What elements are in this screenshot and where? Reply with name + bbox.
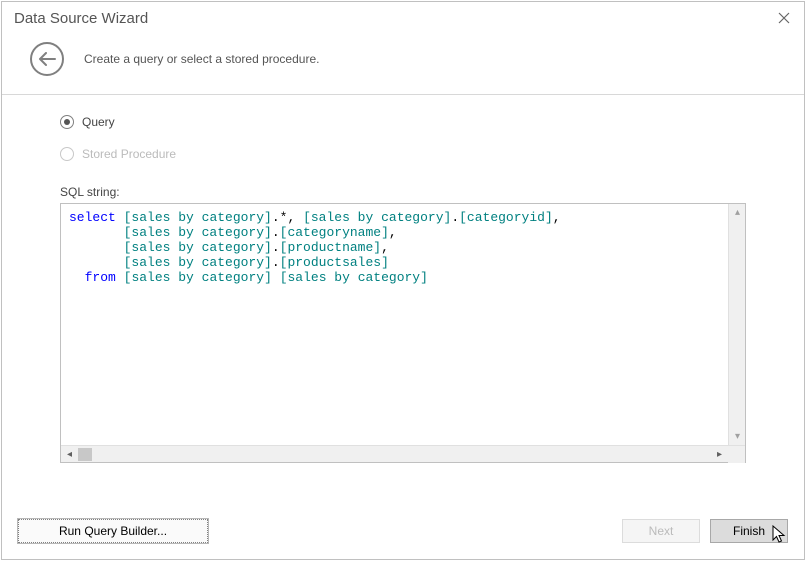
window-title: Data Source Wizard (14, 10, 148, 27)
back-arrow-icon (38, 52, 56, 66)
horizontal-scrollbar[interactable]: ◂ ▸ (61, 445, 745, 462)
scroll-left-icon: ◂ (61, 446, 78, 463)
next-button: Next (622, 519, 700, 543)
content-area: Query Stored Procedure SQL string: selec… (2, 95, 804, 503)
back-button[interactable] (30, 42, 64, 76)
scroll-track[interactable] (78, 446, 711, 462)
sql-editor[interactable]: select [sales by category].*, [sales by … (60, 203, 746, 463)
footer: Run Query Builder... Next Finish (2, 503, 804, 559)
scroll-right-icon: ▸ (711, 446, 728, 463)
scroll-thumb[interactable] (78, 448, 92, 461)
radio-query[interactable]: Query (60, 115, 746, 129)
scroll-down-icon: ▾ (729, 428, 746, 445)
wizard-window: Data Source Wizard Create a query or sel… (1, 1, 805, 560)
banner-subtitle: Create a query or select a stored proced… (84, 52, 319, 66)
radio-icon (60, 147, 74, 161)
radio-stored-procedure: Stored Procedure (60, 147, 746, 161)
sql-string-label: SQL string: (60, 185, 746, 199)
radio-stored-procedure-label: Stored Procedure (82, 147, 176, 161)
radio-query-label: Query (82, 115, 115, 129)
finish-button[interactable]: Finish (710, 519, 788, 543)
vertical-scrollbar[interactable]: ▴ ▾ (728, 204, 745, 445)
run-query-builder-button[interactable]: Run Query Builder... (18, 519, 208, 543)
close-button[interactable] (774, 8, 794, 28)
sql-text-area[interactable]: select [sales by category].*, [sales by … (61, 204, 745, 445)
titlebar: Data Source Wizard (2, 2, 804, 32)
radio-icon (60, 115, 74, 129)
scroll-up-icon: ▴ (729, 204, 746, 221)
banner: Create a query or select a stored proced… (2, 32, 804, 95)
scroll-corner (728, 446, 745, 463)
close-icon (778, 12, 790, 24)
